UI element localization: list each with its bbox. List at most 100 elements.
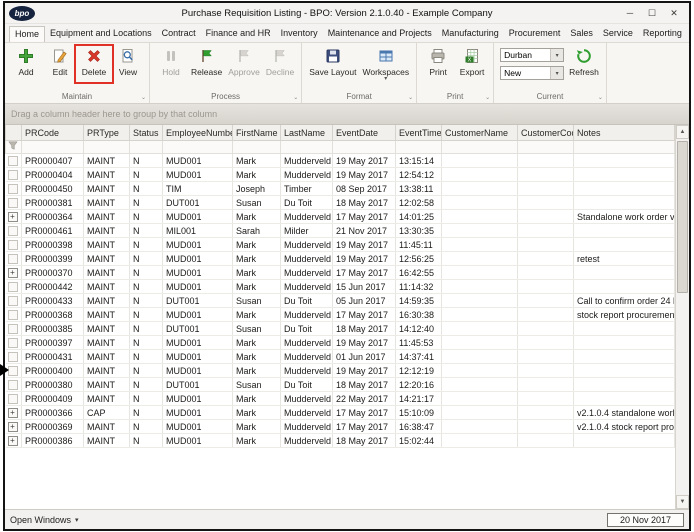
cell-notes[interactable] (574, 378, 675, 392)
cell-event-time[interactable]: 12:02:58 (396, 196, 442, 210)
column-header-customercode[interactable]: CustomerCode (518, 125, 574, 141)
cell-customer-name[interactable] (442, 280, 518, 294)
cell-first-name[interactable]: Mark (233, 210, 281, 224)
cell-customer-code[interactable] (518, 238, 574, 252)
table-row[interactable]: PR0000398 MAINT N MUD001 Mark Mudderveld… (6, 238, 675, 252)
cell-notes[interactable] (574, 182, 675, 196)
cell-customer-name[interactable] (442, 392, 518, 406)
cell-customer-code[interactable] (518, 392, 574, 406)
cell-first-name[interactable]: Mark (233, 392, 281, 406)
cell-customer-code[interactable] (518, 196, 574, 210)
expand-icon[interactable] (8, 240, 18, 250)
cell-last-name[interactable]: Mudderveld (281, 252, 333, 266)
cell-prtype[interactable]: CAP (84, 406, 130, 420)
cell-prtype[interactable]: MAINT (84, 196, 130, 210)
cell-event-time[interactable]: 16:42:55 (396, 266, 442, 280)
expand-icon[interactable] (8, 212, 18, 222)
expand-icon[interactable] (8, 268, 18, 278)
cell-first-name[interactable]: Mark (233, 280, 281, 294)
cell-customer-name[interactable] (442, 154, 518, 168)
filter-cell[interactable] (22, 141, 84, 154)
row-indicator-cell[interactable] (6, 182, 22, 196)
status-select[interactable]: New ▾ (500, 66, 564, 80)
cell-customer-name[interactable] (442, 196, 518, 210)
table-row[interactable]: PR0000431 MAINT N MUD001 Mark Mudderveld… (6, 350, 675, 364)
cell-event-date[interactable]: 18 May 2017 (333, 434, 396, 448)
cell-notes[interactable]: retest (574, 252, 675, 266)
cell-notes[interactable]: Standalone work order v2.1.0.4 (574, 210, 675, 224)
column-header-prtype[interactable]: PRType (84, 125, 130, 141)
table-row[interactable]: PR0000407 MAINT N MUD001 Mark Mudderveld… (6, 154, 675, 168)
cell-status[interactable]: N (130, 238, 163, 252)
cell-customer-name[interactable] (442, 378, 518, 392)
row-indicator-cell[interactable] (6, 322, 22, 336)
cell-notes[interactable]: v2.1.0.4 stock report procurement (574, 420, 675, 434)
release-button[interactable]: Release (188, 45, 225, 77)
close-button[interactable]: ✕ (663, 8, 685, 19)
cell-customer-name[interactable] (442, 168, 518, 182)
cell-status[interactable]: N (130, 392, 163, 406)
cell-prcode[interactable]: PR0000368 (22, 308, 84, 322)
cell-notes[interactable] (574, 266, 675, 280)
cell-event-time[interactable]: 14:21:17 (396, 392, 442, 406)
cell-last-name[interactable]: Timber (281, 182, 333, 196)
cell-customer-code[interactable] (518, 266, 574, 280)
cell-last-name[interactable]: Du Toit (281, 322, 333, 336)
cell-notes[interactable] (574, 322, 675, 336)
cell-prcode[interactable]: PR0000431 (22, 350, 84, 364)
cell-notes[interactable] (574, 336, 675, 350)
vertical-scrollbar[interactable]: ▲ ▼ (675, 125, 689, 509)
cell-first-name[interactable]: Mark (233, 266, 281, 280)
expand-icon[interactable] (8, 338, 18, 348)
cell-prtype[interactable]: MAINT (84, 378, 130, 392)
cell-last-name[interactable]: Mudderveld (281, 364, 333, 378)
print-button[interactable]: Print (421, 45, 455, 77)
cell-employee-number[interactable]: MUD001 (163, 280, 233, 294)
cell-first-name[interactable]: Mark (233, 350, 281, 364)
expand-icon[interactable] (8, 436, 18, 446)
group-collapse-icon[interactable]: ⌄ (141, 93, 146, 103)
cell-customer-code[interactable] (518, 154, 574, 168)
cell-event-date[interactable]: 17 May 2017 (333, 420, 396, 434)
cell-notes[interactable]: stock report procurement (574, 308, 675, 322)
filter-cell[interactable] (84, 141, 130, 154)
cell-customer-code[interactable] (518, 294, 574, 308)
cell-employee-number[interactable]: MUD001 (163, 336, 233, 350)
cell-customer-code[interactable] (518, 406, 574, 420)
export-button[interactable]: X Export (455, 45, 489, 77)
cell-status[interactable]: N (130, 336, 163, 350)
expand-icon[interactable] (8, 408, 18, 418)
cell-prcode[interactable]: PR0000461 (22, 224, 84, 238)
filter-cell[interactable] (281, 141, 333, 154)
cell-customer-name[interactable] (442, 336, 518, 350)
cell-event-time[interactable]: 11:14:32 (396, 280, 442, 294)
table-row[interactable]: PR0000385 MAINT N DUT001 Susan Du Toit 1… (6, 322, 675, 336)
cell-customer-code[interactable] (518, 252, 574, 266)
cell-event-time[interactable]: 14:59:35 (396, 294, 442, 308)
table-row[interactable]: PR0000368 MAINT N MUD001 Mark Mudderveld… (6, 308, 675, 322)
row-indicator-cell[interactable] (6, 336, 22, 350)
table-row[interactable]: PR0000380 MAINT N DUT001 Susan Du Toit 1… (6, 378, 675, 392)
cell-last-name[interactable]: Mudderveld (281, 420, 333, 434)
cell-notes[interactable] (574, 154, 675, 168)
group-collapse-icon[interactable]: ⌄ (408, 93, 413, 103)
cell-last-name[interactable]: Mudderveld (281, 308, 333, 322)
cell-last-name[interactable]: Mudderveld (281, 406, 333, 420)
workspaces-button[interactable]: Workspaces ▾ (359, 45, 412, 82)
cell-prcode[interactable]: PR0000407 (22, 154, 84, 168)
expand-icon[interactable] (8, 282, 18, 292)
table-row[interactable]: PR0000364 MAINT N MUD001 Mark Mudderveld… (6, 210, 675, 224)
row-indicator-cell[interactable] (6, 238, 22, 252)
cell-last-name[interactable]: Mudderveld (281, 154, 333, 168)
cell-prcode[interactable]: PR0000404 (22, 168, 84, 182)
cell-status[interactable]: N (130, 224, 163, 238)
cell-prtype[interactable]: MAINT (84, 336, 130, 350)
cell-customer-name[interactable] (442, 182, 518, 196)
cell-event-date[interactable]: 21 Nov 2017 (333, 224, 396, 238)
tab-equipment-and-locations[interactable]: Equipment and Locations (45, 26, 157, 42)
expand-icon[interactable] (8, 366, 18, 376)
cell-prtype[interactable]: MAINT (84, 280, 130, 294)
cell-first-name[interactable]: Susan (233, 196, 281, 210)
cell-event-date[interactable]: 19 May 2017 (333, 252, 396, 266)
table-row[interactable]: PR0000366 CAP N MUD001 Mark Mudderveld 1… (6, 406, 675, 420)
